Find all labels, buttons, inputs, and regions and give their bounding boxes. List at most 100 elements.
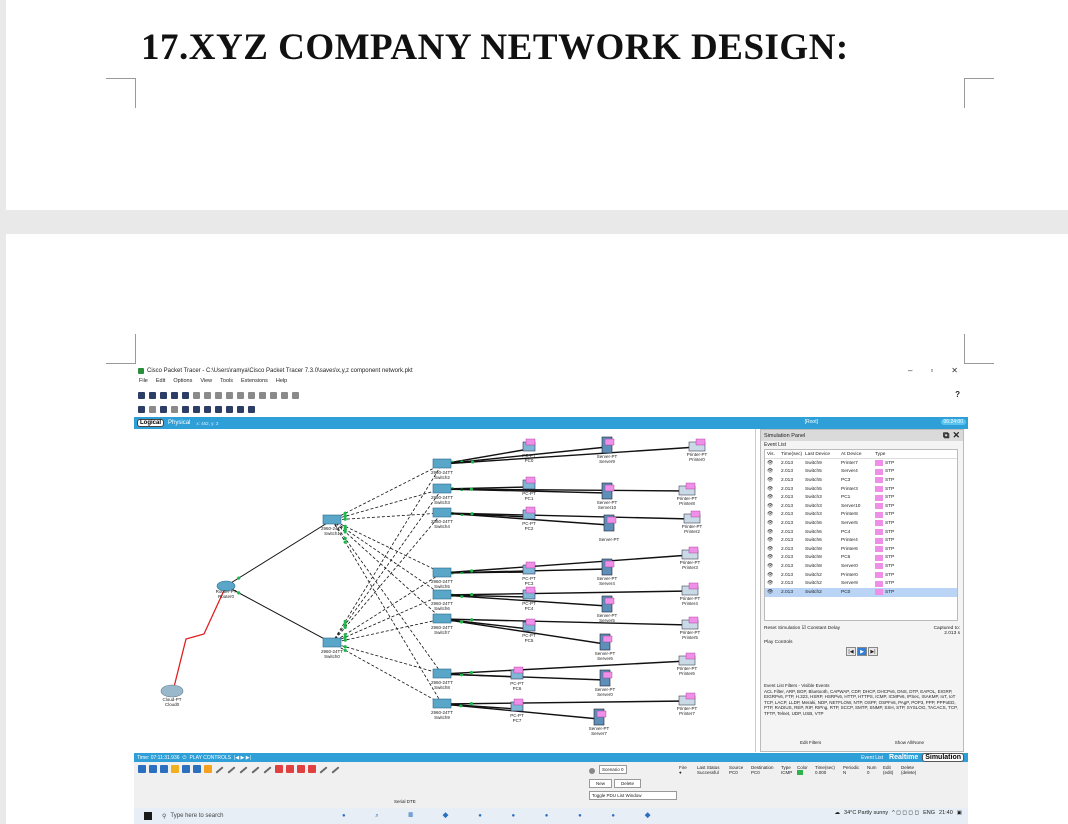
tab-logical[interactable]: Logical <box>137 419 165 427</box>
help-button[interactable]: ? <box>955 390 960 399</box>
straight-cable-icon[interactable] <box>227 766 236 774</box>
event-eye-icon[interactable]: 👁 <box>765 555 781 560</box>
event-row[interactable]: 👁 2.013 Switch5 Printer3 STP <box>765 485 957 494</box>
menu-file[interactable]: File <box>139 378 148 388</box>
octal-cable-icon[interactable] <box>297 765 305 773</box>
phone-cable-icon[interactable] <box>263 766 272 774</box>
multiuser-icon[interactable] <box>193 765 201 773</box>
show-all-button[interactable]: Show All/None <box>895 740 924 745</box>
event-eye-icon[interactable]: 👁 <box>765 547 781 552</box>
toggle-pdu-button[interactable]: Toggle PDU List Window <box>589 791 677 800</box>
taskbar-app-icons[interactable]: ● ⌕ ▦ ◆ ● ● ● ● ● ◆ <box>342 813 665 820</box>
misc-icon[interactable] <box>182 765 190 773</box>
status-play-icons[interactable]: |◀ ▶ ▶| <box>234 755 251 761</box>
auto-connection-icon[interactable] <box>204 765 212 773</box>
pdu-row[interactable]: ● Successful PC0 PC0 ICMP 0.000 N 0 (edi… <box>679 770 964 776</box>
event-eye-icon[interactable]: 👁 <box>765 581 781 586</box>
root-button[interactable]: [Root] <box>805 419 818 425</box>
close-panel-icon[interactable]: ✕ <box>952 430 960 440</box>
fiber-cable-icon[interactable] <box>251 766 260 774</box>
event-row[interactable]: 👁 2.013 Switch6 Server5 STP <box>765 519 957 528</box>
network-devices-icon[interactable] <box>138 765 146 773</box>
event-row[interactable]: 👁 2.013 Switch6 Printer4 STP <box>765 536 957 545</box>
event-eye-icon[interactable]: 👁 <box>765 538 781 543</box>
event-eye-icon[interactable]: 👁 <box>765 521 781 526</box>
usb-cable-icon[interactable] <box>319 766 328 774</box>
drawing-palette-icon[interactable] <box>281 391 288 399</box>
ellipse-icon[interactable] <box>215 405 222 413</box>
print-icon[interactable] <box>171 391 178 399</box>
add-simple-pdu-icon[interactable] <box>237 405 244 413</box>
event-eye-icon[interactable]: 👁 <box>765 590 781 595</box>
event-row[interactable]: 👁 2.013 Switch2 Server9 STP <box>765 579 957 588</box>
tab-physical[interactable]: Physical <box>166 420 192 426</box>
event-eye-icon[interactable]: 👁 <box>765 564 781 569</box>
minimize-button[interactable]: – <box>908 366 912 375</box>
delete-scenario-button[interactable]: Delete <box>614 779 642 788</box>
maximize-button[interactable]: ▫ <box>930 366 933 375</box>
event-row[interactable]: 👁 2.013 Switch8 PC6 STP <box>765 554 957 563</box>
menu-edit[interactable]: Edit <box>156 378 165 388</box>
line-icon[interactable] <box>193 405 200 413</box>
scenario-select[interactable]: Scenario 0 <box>599 765 627 774</box>
event-eye-icon[interactable]: 👁 <box>765 530 781 535</box>
copy-icon[interactable] <box>204 391 211 399</box>
menu-view[interactable]: View <box>200 378 212 388</box>
redo-icon[interactable] <box>237 391 244 399</box>
event-row[interactable]: 👁 2.013 Switch3 Printer8 STP <box>765 511 957 520</box>
event-list-table[interactable]: Vis. Time(sec) Last Device At Device Typ… <box>764 449 958 621</box>
event-row[interactable]: 👁 2.013 Switch2 Printer0 STP <box>765 571 957 580</box>
close-button[interactable]: ✕ <box>951 366 958 375</box>
menu-tools[interactable]: Tools <box>220 378 233 388</box>
freeform-icon[interactable] <box>226 405 233 413</box>
step-forward-button[interactable]: ▶| <box>868 647 878 656</box>
topology-canvas[interactable]: 2960-24TT Switch2 2960-24TT Switch3 2960-24T… <box>134 429 756 752</box>
event-eye-icon[interactable]: 👁 <box>765 573 781 578</box>
undo-icon[interactable] <box>226 391 233 399</box>
delete-icon[interactable] <box>160 405 167 413</box>
custom-device-icon[interactable] <box>292 391 299 399</box>
zoom-in-icon[interactable] <box>248 391 255 399</box>
realtime-mode-button[interactable]: Realtime <box>887 754 921 761</box>
new-scenario-button[interactable]: New <box>589 779 613 788</box>
edit-filters-button[interactable]: Edit Filters <box>800 740 821 745</box>
notification-icon[interactable]: ▣ <box>957 810 962 816</box>
open-icon[interactable] <box>149 391 156 399</box>
event-row[interactable]: 👁 2.013 Switch5 PC3 STP <box>765 476 957 485</box>
note-icon[interactable] <box>182 405 189 413</box>
event-eye-icon[interactable]: 👁 <box>765 504 781 509</box>
paste-icon[interactable] <box>215 391 222 399</box>
rectangle-icon[interactable] <box>204 405 211 413</box>
reset-simulation-button[interactable]: Reset Simulation <box>764 626 800 631</box>
menu-options[interactable]: Options <box>173 378 192 388</box>
event-row[interactable]: 👁 2.013 Switch3 PC1 STP <box>765 493 957 502</box>
event-row[interactable]: 👁 2.013 Switch5 Server4 STP <box>765 468 957 477</box>
select-icon[interactable] <box>138 405 145 413</box>
play-button[interactable]: ▶ <box>857 647 867 656</box>
connections-icon[interactable] <box>171 765 179 773</box>
iot-cable-icon[interactable] <box>308 765 316 773</box>
event-eye-icon[interactable]: 👁 <box>765 469 781 474</box>
event-eye-icon[interactable]: 👁 <box>765 495 781 500</box>
network-info-icon[interactable] <box>193 391 200 399</box>
components-icon[interactable] <box>160 765 168 773</box>
taskbar-search[interactable]: ⚲ Type here to search <box>162 813 282 820</box>
resize-icon[interactable] <box>171 405 178 413</box>
zoom-reset-icon[interactable] <box>259 391 266 399</box>
end-devices-icon[interactable] <box>149 765 157 773</box>
event-row[interactable]: 👁 2.013 Switch9 Printer7 STP <box>765 459 957 468</box>
serial-dce-icon[interactable] <box>275 765 283 773</box>
inspect-icon[interactable] <box>149 405 156 413</box>
power-cycle-icon[interactable]: ⏻ <box>183 755 187 761</box>
step-back-button[interactable]: |◀ <box>846 647 856 656</box>
pdu-delete[interactable]: (delete) <box>901 770 925 776</box>
zoom-out-icon[interactable] <box>270 391 277 399</box>
event-eye-icon[interactable]: 👁 <box>765 478 781 483</box>
save-icon[interactable] <box>160 391 167 399</box>
console-cable-icon[interactable] <box>215 766 224 774</box>
constant-delay-checkbox[interactable]: Constant Delay <box>807 626 840 631</box>
event-row[interactable]: 👁 2.013 Switch2 PC0 STP <box>765 587 957 597</box>
event-eye-icon[interactable]: 👁 <box>765 512 781 517</box>
coax-cable-icon[interactable] <box>331 766 340 774</box>
tray-icons[interactable]: ^ ◻ ◻ ◻ ◻ <box>892 810 919 816</box>
